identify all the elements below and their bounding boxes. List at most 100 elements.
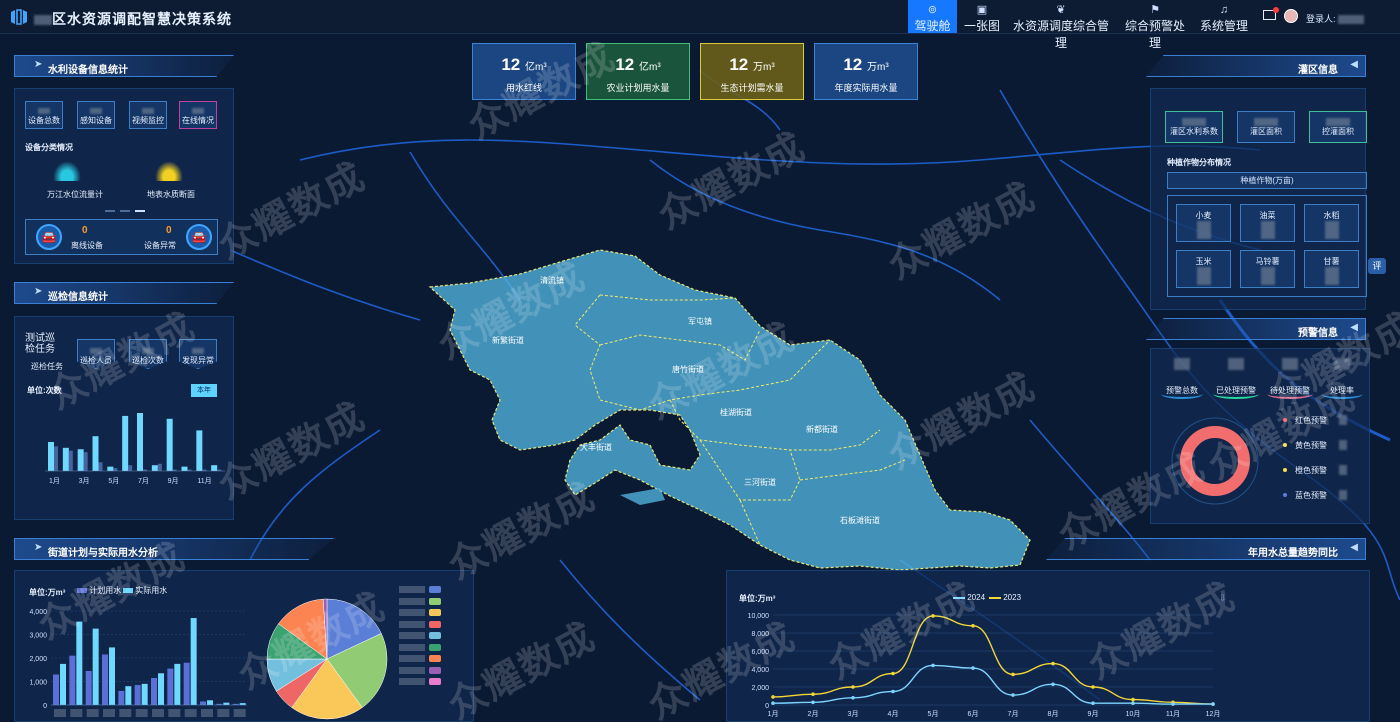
warning-donut-chart[interactable] bbox=[1169, 415, 1261, 507]
warning-stat-handled[interactable]: 已处理预警 bbox=[1213, 355, 1259, 399]
pie-legend-item[interactable] bbox=[399, 654, 459, 666]
stat-card-red-line[interactable]: 12 亿m³ 用水红线 bbox=[472, 43, 576, 100]
patrol-task-name[interactable]: 测试巡检任务 bbox=[25, 333, 61, 355]
equipment-panel-header: ➤ 水利设备信息统计 bbox=[14, 55, 234, 77]
x-tick-label: 11月 bbox=[197, 477, 211, 485]
x-tick-label: 5月 bbox=[928, 710, 939, 718]
warning-stat-pending[interactable]: 待处理预警 bbox=[1267, 355, 1313, 399]
legend-label-redacted bbox=[399, 632, 425, 639]
tile-irrigation-coefficient[interactable]: 灌区水利系数 bbox=[1165, 111, 1223, 143]
water-quality-section-icon[interactable] bbox=[155, 161, 183, 181]
pie-legend-item[interactable] bbox=[399, 597, 459, 609]
app-title-text: 区水资源调配智慧决策系统 bbox=[52, 11, 232, 27]
nav-label: 系统管理 bbox=[1199, 19, 1248, 33]
legend-label-redacted bbox=[399, 586, 425, 593]
period-year-button[interactable]: 本年 bbox=[191, 384, 217, 397]
legend-2024[interactable]: 2024 bbox=[953, 593, 985, 602]
y-tick-label: 3,000 bbox=[29, 633, 47, 640]
pie-legend-item[interactable] bbox=[399, 585, 459, 597]
tile-video-monitor[interactable]: 视频监控 bbox=[129, 101, 167, 129]
y-tick-label: 4,000 bbox=[29, 609, 47, 616]
nav-label: 水资源调度综合管理 bbox=[1012, 19, 1109, 50]
stat-label: 用水红线 bbox=[505, 83, 542, 93]
nav-system[interactable]: ♫ 系统管理 bbox=[1198, 0, 1250, 33]
warning-stat-total[interactable]: 预警总数 bbox=[1161, 355, 1203, 399]
tile-patrol-abnormal[interactable]: 发现异常 bbox=[179, 339, 217, 369]
tile-patrol-count[interactable]: 巡检次数 bbox=[129, 339, 167, 369]
crop-rapeseed[interactable]: 油菜 bbox=[1240, 204, 1295, 242]
crop-wheat[interactable]: 小麦 bbox=[1176, 204, 1231, 242]
stat-card-eco-plan[interactable]: 12 万m³ 生态计划需水量 bbox=[700, 43, 804, 100]
map-label: 新都街道 bbox=[806, 424, 838, 434]
crop-rice[interactable]: 水稻 bbox=[1304, 204, 1359, 242]
category-pager[interactable] bbox=[105, 210, 155, 212]
pie-legend-item[interactable] bbox=[399, 620, 459, 632]
warning-stat-rate[interactable]: 处理率 bbox=[1321, 355, 1363, 399]
category-title: 设备分类情况 bbox=[25, 143, 73, 152]
app-logo-icon bbox=[11, 9, 27, 25]
x-tick-label: 10月 bbox=[1126, 710, 1141, 718]
legend-item-blue[interactable]: 蓝色预警 bbox=[1283, 490, 1363, 515]
tile-sensing-device[interactable]: 感知设备 bbox=[77, 101, 115, 129]
abnormal-device-icon: 🚘 bbox=[186, 224, 212, 250]
y-tick-label: 4,000 bbox=[751, 667, 769, 674]
crop-potato[interactable]: 马铃薯 bbox=[1240, 250, 1295, 288]
water-level-meter-icon[interactable] bbox=[53, 161, 81, 181]
x-tick-label: 5月 bbox=[108, 477, 119, 485]
tile-online-status[interactable]: 在线情况 bbox=[179, 101, 217, 129]
chevron-right-icon: ➤ bbox=[34, 59, 43, 70]
tile-irrigation-area[interactable]: 灌区面积 bbox=[1237, 111, 1295, 143]
side-feedback-tab[interactable]: 评 bbox=[1368, 258, 1386, 274]
chevron-right-icon: ➤ bbox=[34, 542, 43, 553]
nav-cockpit[interactable]: ⊚ 驾驶舱 bbox=[908, 0, 957, 33]
actual-bar bbox=[125, 686, 132, 705]
tile-controlled-area[interactable]: 控灌面积 bbox=[1309, 111, 1367, 143]
legend-item-red[interactable]: 红色预警 bbox=[1283, 415, 1363, 440]
avatar[interactable] bbox=[1284, 9, 1298, 23]
x-tick-label: 1月 bbox=[49, 477, 60, 485]
stat-card-agri-plan[interactable]: 12 亿m³ 农业计划用水量 bbox=[586, 43, 690, 100]
x-label-redacted bbox=[103, 709, 115, 717]
series-2024-line-point bbox=[931, 663, 935, 668]
x-tick-label: 1月 bbox=[768, 710, 779, 718]
legend-item-orange[interactable]: 橙色预警 bbox=[1283, 465, 1363, 490]
pie-legend-item[interactable] bbox=[399, 666, 459, 678]
plan-actual-panel: 单位:万m³ 计划用水 实际用水 4,000 3,000 2,000 1,000 0 bbox=[14, 570, 474, 722]
tile-device-total[interactable]: 设备总数 bbox=[25, 101, 63, 129]
map-label: 三河街道 bbox=[744, 477, 776, 487]
pie-legend-item[interactable] bbox=[399, 643, 459, 655]
legend-2023[interactable]: 2023 bbox=[989, 593, 1021, 602]
series-2023-line bbox=[772, 615, 1214, 705]
nav-map[interactable]: ▣ 一张图 bbox=[962, 0, 1002, 33]
nav-label: 驾驶舱 bbox=[914, 19, 951, 33]
legend-plan[interactable]: 计划用水 bbox=[77, 585, 121, 596]
stat-card-actual-usage[interactable]: 12 万m³ 年度实际用水量 bbox=[814, 43, 918, 100]
legend-item-yellow[interactable]: 黄色预警 bbox=[1283, 440, 1363, 465]
mail-icon[interactable] bbox=[1263, 7, 1279, 20]
series-2023-line-point bbox=[931, 614, 935, 618]
y-tick-label: 1,000 bbox=[29, 680, 47, 687]
x-label-redacted bbox=[70, 709, 83, 717]
legend-actual[interactable]: 实际用水 bbox=[123, 585, 167, 596]
crops-header: 种植作物(万亩) bbox=[1167, 172, 1367, 189]
plan-bar bbox=[69, 655, 76, 705]
tile-patrol-staff[interactable]: 巡检人员 bbox=[77, 339, 115, 369]
map-image-icon: ▣ bbox=[976, 4, 988, 16]
x-tick-label: 3月 bbox=[848, 710, 859, 718]
pie-legend-item[interactable] bbox=[399, 631, 459, 643]
district-usage-pie-chart[interactable] bbox=[265, 597, 389, 721]
crop-sweet-potato[interactable]: 甘薯 bbox=[1304, 250, 1359, 288]
patrol-bar-secondary bbox=[83, 452, 88, 471]
nav-warning[interactable]: ⚑ 综合预警处理 bbox=[1120, 0, 1190, 50]
series-2023-line-point bbox=[811, 692, 815, 696]
plan-bar bbox=[53, 674, 59, 705]
annual-trend-line-chart: 10,000 8,000 6,000 4,000 2,000 01月 2月 3月 4月 5月 6月 7… bbox=[748, 613, 1221, 718]
pie-legend-item[interactable] bbox=[399, 608, 459, 620]
pie-legend-item[interactable] bbox=[399, 677, 459, 689]
y-tick-label: 10,000 bbox=[748, 613, 770, 620]
nav-water-dispatch[interactable]: ❦ 水资源调度综合管理 bbox=[1012, 0, 1110, 50]
download-icon[interactable]: ⇩ bbox=[1219, 593, 1227, 604]
leaf-icon: ❦ bbox=[1056, 4, 1066, 16]
crop-corn[interactable]: 玉米 bbox=[1176, 250, 1231, 288]
legend-swatch bbox=[429, 655, 441, 662]
